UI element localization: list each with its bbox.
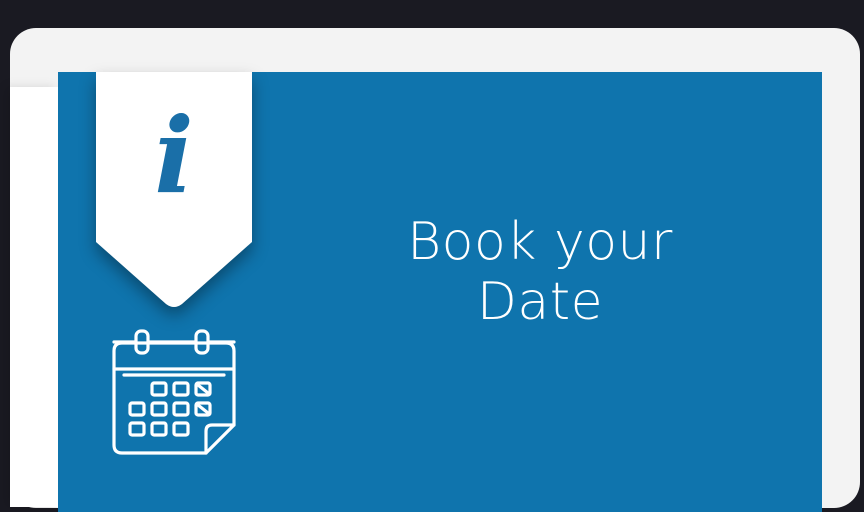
card-side-strip — [10, 87, 58, 507]
booking-title: Book your Date — [370, 212, 710, 332]
calendar-icon — [104, 325, 244, 465]
title-line-1: Book your — [407, 212, 673, 272]
info-icon: i — [154, 94, 194, 217]
title-line-2: Date — [476, 272, 604, 332]
screen-background: i Book your Date — [0, 0, 864, 512]
